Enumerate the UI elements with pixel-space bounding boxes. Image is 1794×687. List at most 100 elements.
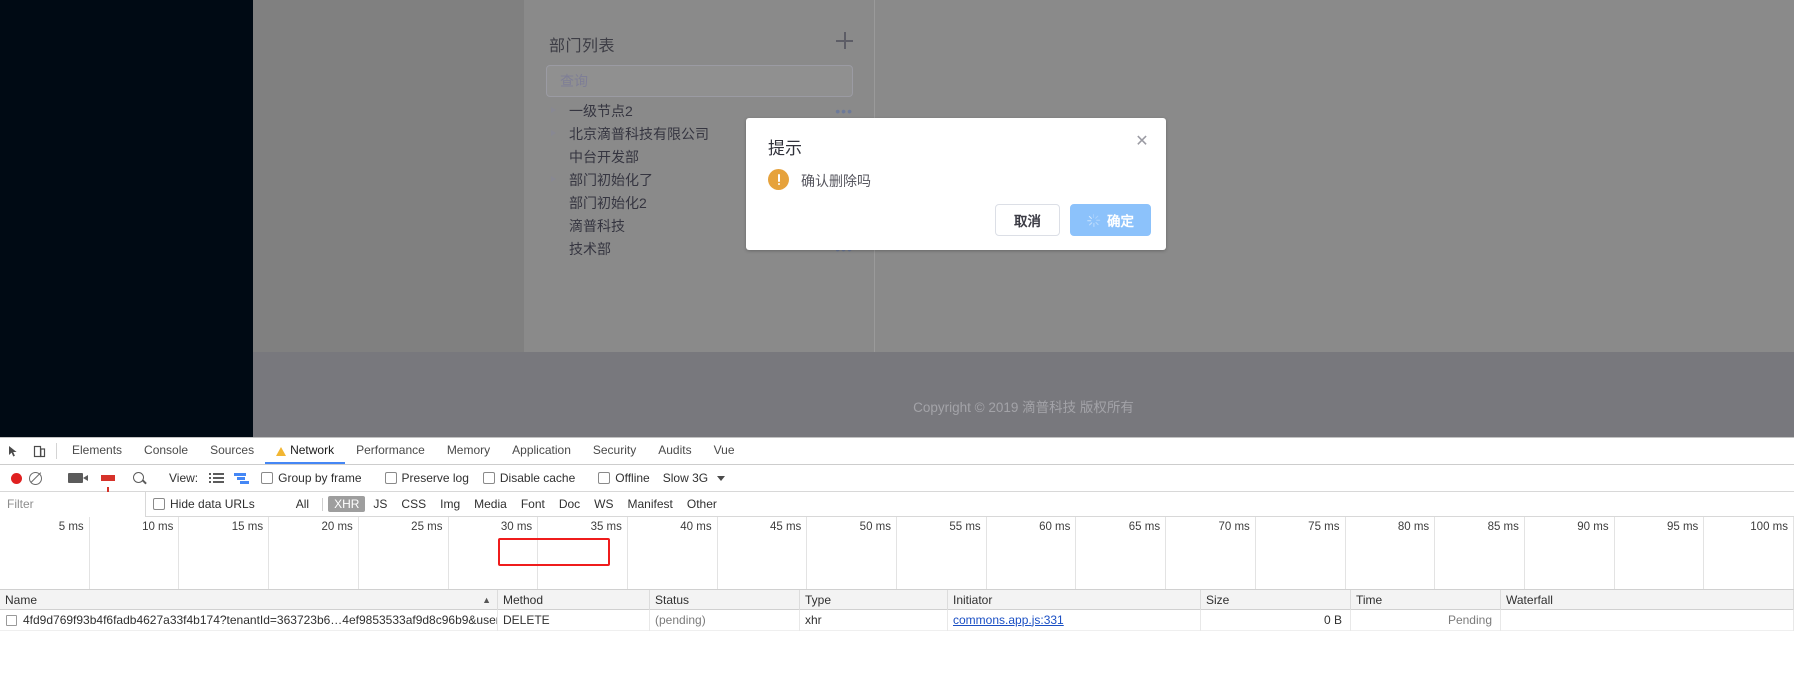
column-header-status[interactable]: Status <box>650 589 800 610</box>
initiator-link[interactable]: commons.app.js:331 <box>953 613 1064 627</box>
devtools-tabs: Elements Console Sources Network Performance… <box>61 438 746 464</box>
row-checkbox[interactable] <box>6 614 17 626</box>
group-by-frame-label: Group by frame <box>278 471 362 485</box>
tree-node-label: 部门初始化2 <box>569 195 647 211</box>
tab-network[interactable]: Network <box>265 438 346 464</box>
table-header-row: Name ▲ Method Status Type Initiator Size Time Wa… <box>0 589 1794 610</box>
record-button[interactable] <box>11 472 22 484</box>
tab-label: Sources <box>210 443 255 457</box>
tab-label: Memory <box>446 443 491 457</box>
warning-triangle-icon <box>276 446 287 456</box>
offline-label: Offline <box>615 471 650 485</box>
chevron-right-icon[interactable] <box>551 176 556 182</box>
cell-size: 0 B <box>1201 609 1351 631</box>
copyright-text: Copyright © 2019 滴普科技 版权所有 <box>913 400 1134 415</box>
tab-sources[interactable]: Sources <box>199 438 265 464</box>
dialog-message: 确认删除吗 <box>801 173 871 189</box>
tree-node-label: 北京滴普科技有限公司 <box>569 126 709 142</box>
type-filter-doc[interactable]: Doc <box>553 496 586 512</box>
tab-label: Network <box>290 443 335 457</box>
tab-label: Audits <box>658 443 692 457</box>
type-filter-manifest[interactable]: Manifest <box>622 496 679 512</box>
type-filter-all[interactable]: All <box>290 496 315 512</box>
search-input[interactable] <box>547 66 852 96</box>
funnel-icon[interactable] <box>101 475 115 492</box>
type-filter-font[interactable]: Font <box>515 496 551 512</box>
list-view-icon[interactable] <box>209 472 225 484</box>
tab-console[interactable]: Console <box>133 438 199 464</box>
network-control-bar: View: Group by frame Preserve log Disabl… <box>0 465 1794 492</box>
resource-type-filters: All XHR JS CSS Img Media Font Doc WS Manifest Othe… <box>262 496 725 512</box>
cell-type: xhr <box>800 609 948 631</box>
hide-data-urls-checkbox[interactable]: Hide data URLs <box>153 497 255 511</box>
column-header-type[interactable]: Type <box>800 589 948 610</box>
request-name[interactable]: 4fd9d769f93b4f6fadb4627a33f4b174?tenantI… <box>23 610 497 631</box>
application-viewport: 部门列表 一级节点2•••北京滴普科技有限公司•••中台开发部•••部门初始化了… <box>0 0 1794 437</box>
type-filter-xhr[interactable]: XHR <box>328 496 366 512</box>
chevron-right-icon[interactable] <box>551 130 556 136</box>
disable-cache-checkbox[interactable]: Disable cache <box>482 471 575 485</box>
column-header-label: Waterfall <box>1506 592 1553 607</box>
cell-time: Pending <box>1351 609 1501 631</box>
tab-performance[interactable]: Performance <box>345 438 436 464</box>
column-header-label: Type <box>805 592 832 607</box>
hide-data-urls-label: Hide data URLs <box>170 497 255 511</box>
type-filter-media[interactable]: Media <box>468 496 513 512</box>
column-header-waterfall[interactable]: Waterfall <box>1501 589 1794 610</box>
tab-application[interactable]: Application <box>501 438 582 464</box>
column-header-name[interactable]: Name ▲ <box>0 589 498 610</box>
confirm-button-label: 确定 <box>1107 214 1134 229</box>
confirm-dialog: 提示 ✕ 确认删除吗 取消 确定 <box>746 118 1166 250</box>
camera-icon[interactable] <box>68 473 88 483</box>
close-icon[interactable]: ✕ <box>1133 133 1151 151</box>
waterfall-view-icon[interactable] <box>234 472 250 484</box>
tab-security[interactable]: Security <box>582 438 647 464</box>
tab-label: Security <box>592 443 637 457</box>
tab-label: Elements <box>72 443 123 457</box>
network-timeline-overview[interactable]: 5 ms 10 ms 15 ms 20 ms 25 ms 30 ms 35 ms 40 ms 4… <box>0 517 1794 590</box>
column-header-size[interactable]: Size <box>1201 589 1351 610</box>
column-header-time[interactable]: Time <box>1351 589 1501 610</box>
column-header-initiator[interactable]: Initiator <box>948 589 1201 610</box>
type-filter-other[interactable]: Other <box>681 496 723 512</box>
add-department-icon[interactable] <box>836 32 854 50</box>
network-filter-bar: Hide data URLs All XHRJSCSSImgMediaFontDo… <box>0 491 1794 517</box>
search-box[interactable] <box>546 65 853 97</box>
network-requests-table: Name ▲ Method Status Type Initiator Size Time Wa… <box>0 589 1794 671</box>
warning-circle-icon <box>768 169 789 190</box>
tab-audits[interactable]: Audits <box>647 438 702 464</box>
device-toolbar-icon[interactable] <box>26 438 52 464</box>
view-label: View: <box>169 471 199 485</box>
column-header-method[interactable]: Method <box>498 589 650 610</box>
inspect-element-icon[interactable] <box>0 438 26 464</box>
sort-ascending-icon: ▲ <box>482 594 491 605</box>
chevron-right-icon[interactable] <box>551 107 556 113</box>
tab-label: Application <box>512 443 571 457</box>
type-filter-css[interactable]: CSS <box>395 496 432 512</box>
cell-initiator: commons.app.js:331 <box>948 609 1201 631</box>
group-by-frame-checkbox[interactable]: Group by frame <box>261 471 362 485</box>
table-empty-space <box>0 631 1794 671</box>
filter-input[interactable] <box>0 491 146 517</box>
timeline-tick: 100 ms <box>0 517 1794 589</box>
preserve-log-checkbox[interactable]: Preserve log <box>384 471 469 485</box>
dialog-actions: 取消 确定 <box>995 204 1151 236</box>
type-filter-img[interactable]: Img <box>434 496 466 512</box>
tab-memory[interactable]: Memory <box>436 438 501 464</box>
type-filter-ws[interactable]: WS <box>588 496 619 512</box>
devtools-panel: Elements Console Sources Network Performance… <box>0 437 1794 687</box>
cell-method: DELETE <box>498 609 650 631</box>
cancel-button[interactable]: 取消 <box>995 204 1060 236</box>
tab-elements[interactable]: Elements <box>61 438 133 464</box>
cell-name: 4fd9d769f93b4f6fadb4627a33f4b174?tenantI… <box>0 609 498 631</box>
chevron-down-icon[interactable] <box>717 475 726 481</box>
type-filter-js[interactable]: JS <box>367 496 393 512</box>
confirm-button[interactable]: 确定 <box>1070 204 1151 236</box>
search-icon[interactable] <box>133 471 146 485</box>
clear-icon[interactable] <box>29 471 42 485</box>
throttling-select[interactable]: Slow 3G <box>663 471 708 485</box>
table-row[interactable]: 4fd9d769f93b4f6fadb4627a33f4b174?tenantI… <box>0 609 1794 631</box>
tab-vue[interactable]: Vue <box>703 438 746 464</box>
cell-status: (pending) <box>650 609 800 631</box>
offline-checkbox[interactable]: Offline <box>598 471 650 485</box>
